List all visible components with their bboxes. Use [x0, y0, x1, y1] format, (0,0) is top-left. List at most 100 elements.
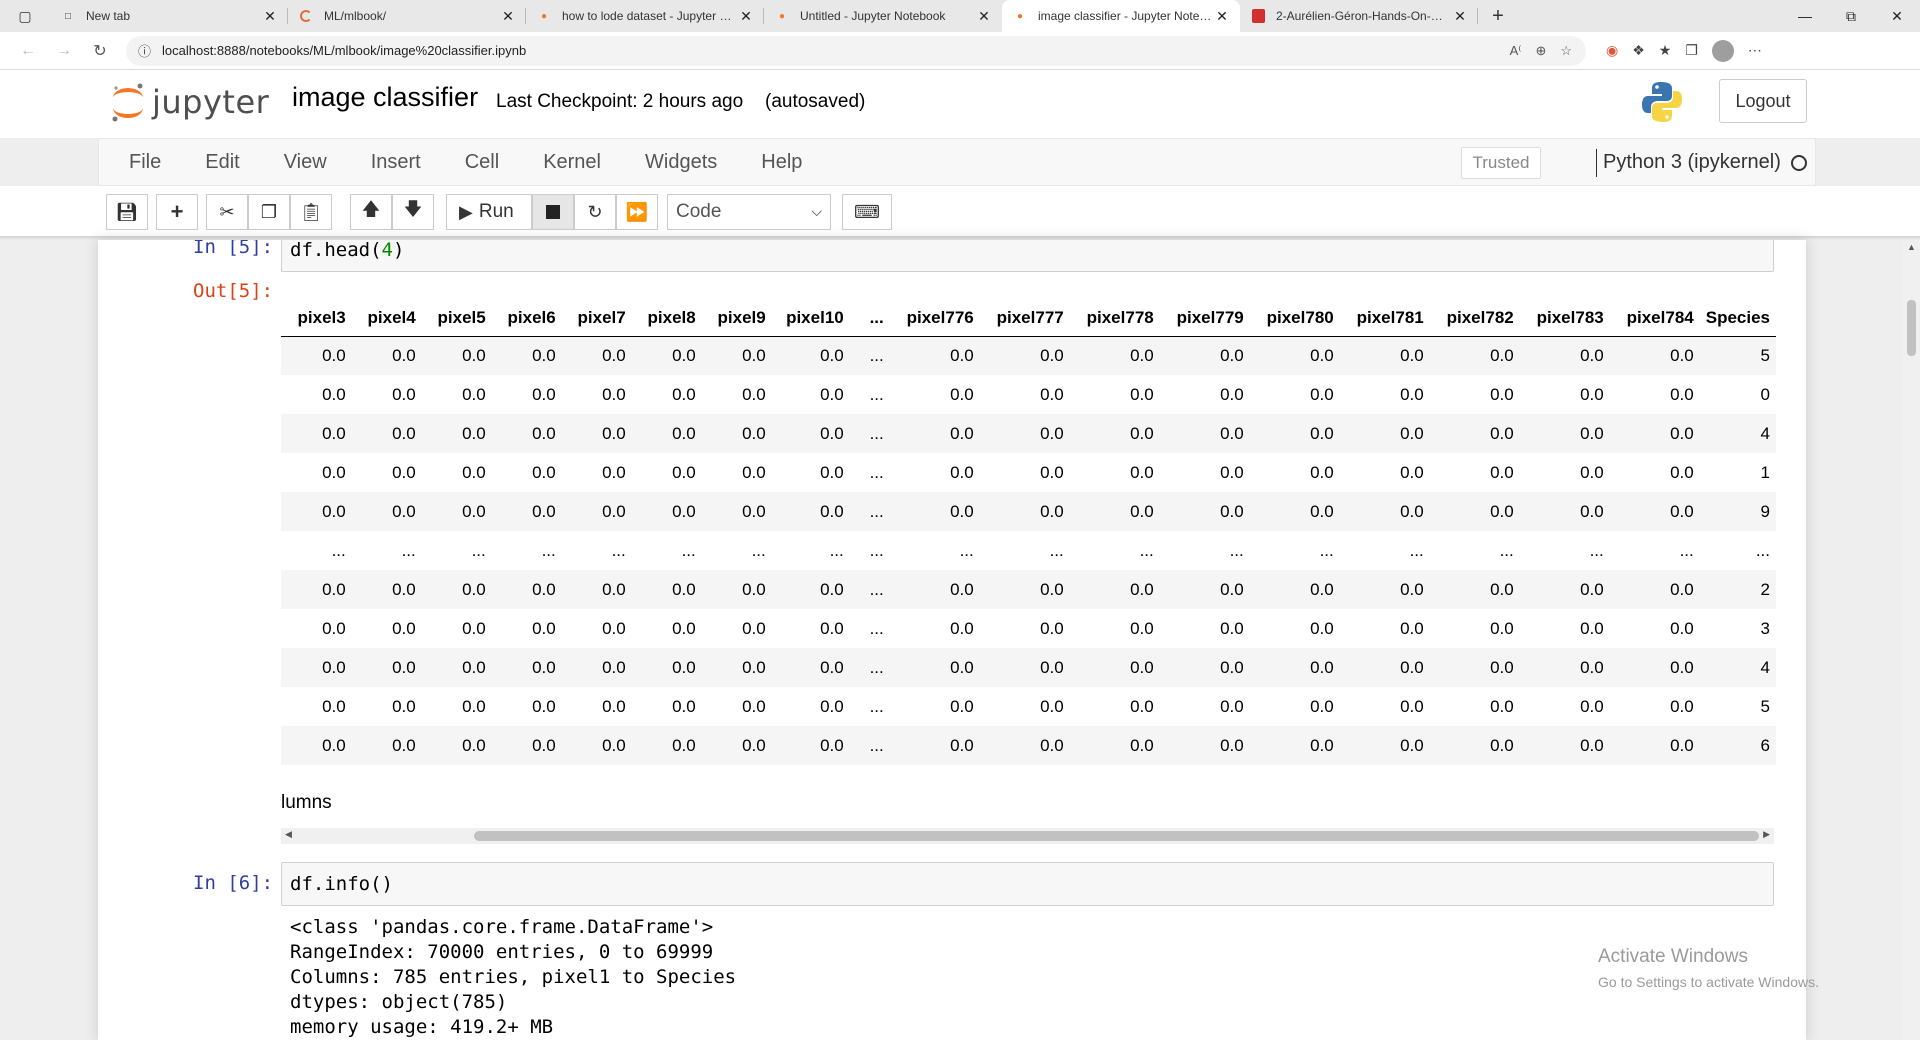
- new-tab-button[interactable]: +: [1478, 0, 1518, 32]
- table-cell: 9: [1760, 501, 1770, 521]
- column-header: pixel783: [1536, 307, 1604, 327]
- stop-icon: [546, 205, 560, 219]
- menu-help[interactable]: Help: [739, 151, 824, 174]
- browser-tab-strip: ▢ □ New tab ✕ ML/mlbook/ ✕ ● how to lode…: [0, 0, 1920, 32]
- tab-new-tab[interactable]: □ New tab ✕: [50, 0, 288, 32]
- menu-insert[interactable]: Insert: [349, 151, 443, 174]
- table-cell: 0.0: [392, 618, 416, 638]
- logout-button[interactable]: Logout: [1719, 79, 1807, 123]
- scroll-up-icon[interactable]: ▲: [1907, 242, 1916, 252]
- close-window-icon[interactable]: ✕: [1874, 0, 1920, 32]
- jupyter-logo[interactable]: jupyter: [110, 80, 269, 124]
- scrollbar-thumb[interactable]: [474, 831, 1759, 841]
- restart-button[interactable]: ↻: [574, 194, 616, 230]
- scroll-right-icon[interactable]: ▶: [1763, 829, 1770, 840]
- menu-view[interactable]: View: [262, 151, 349, 174]
- move-down-button[interactable]: 🡇: [392, 194, 434, 230]
- menu-widgets[interactable]: Widgets: [623, 151, 739, 174]
- cell5-code-input[interactable]: df.head(4): [281, 240, 1774, 272]
- table-cell: 0.0: [1670, 384, 1694, 404]
- table-cell: 1: [1760, 462, 1770, 482]
- kernel-name[interactable]: Python 3 (ipykernel): [1603, 151, 1781, 174]
- table-cell: 5: [1760, 696, 1770, 716]
- profile-avatar[interactable]: [1711, 39, 1734, 62]
- table-cell: 0.0: [672, 462, 696, 482]
- back-icon[interactable]: ←: [10, 35, 46, 67]
- cell6-in-prompt: In [6]:: [193, 872, 274, 894]
- table-cell: 0.0: [950, 384, 974, 404]
- table-cell: ...: [331, 540, 346, 560]
- restart-run-all-button[interactable]: ⏩: [616, 194, 658, 230]
- tab-actions-icon[interactable]: ▢: [0, 0, 50, 32]
- favorites-bar-icon[interactable]: ★: [1659, 42, 1672, 59]
- table-cell: ...: [1589, 540, 1604, 560]
- cell-type-select[interactable]: Code ⌵: [667, 194, 831, 230]
- close-tab-icon[interactable]: ✕: [262, 8, 278, 25]
- interrupt-button[interactable]: [532, 194, 574, 230]
- table-cell: 0.0: [1670, 696, 1694, 716]
- table-cell: 0.0: [820, 384, 844, 404]
- tab-ml-mlbook[interactable]: ML/mlbook/ ✕: [288, 0, 526, 32]
- table-cell: 0.0: [742, 735, 766, 755]
- output-horizontal-scrollbar[interactable]: ◀ ▶: [281, 828, 1774, 844]
- command-palette-button[interactable]: ⌨: [842, 194, 892, 230]
- tab-untitled[interactable]: ● Untitled - Jupyter Notebook ✕: [764, 0, 1002, 32]
- jupyter-icon: ●: [540, 10, 548, 22]
- menu-kernel[interactable]: Kernel: [521, 151, 623, 174]
- save-button[interactable]: 💾︎: [106, 194, 148, 230]
- table-cell: 0.0: [462, 501, 486, 521]
- table-cell: 0.0: [672, 735, 696, 755]
- page-scrollbar-thumb[interactable]: [1907, 300, 1916, 356]
- restore-icon[interactable]: ⧉: [1828, 0, 1874, 32]
- cell5-code-suffix: ): [392, 240, 405, 261]
- notebook-title[interactable]: image classifier: [292, 82, 478, 113]
- scissors-icon: ✂: [219, 201, 235, 222]
- table-cell: ...: [1499, 540, 1514, 560]
- url-field[interactable]: ⓘ localhost:8888/notebooks/ML/mlbook/ima…: [126, 35, 1586, 66]
- minimize-icon[interactable]: —: [1782, 0, 1828, 32]
- read-aloud-icon[interactable]: A⁽: [1510, 43, 1522, 59]
- table-cell: 0.0: [1310, 384, 1334, 404]
- close-tab-icon[interactable]: ✕: [976, 8, 992, 25]
- cut-button[interactable]: ✂: [206, 194, 248, 230]
- table-cell: 0.0: [950, 579, 974, 599]
- move-up-button[interactable]: 🡅: [350, 194, 392, 230]
- favorite-icon[interactable]: ☆: [1560, 43, 1572, 59]
- cell5-in-prompt: In [5]:: [193, 240, 274, 258]
- scroll-left-icon[interactable]: ◀: [285, 829, 292, 840]
- menu-cell[interactable]: Cell: [443, 151, 521, 174]
- paste-button[interactable]: 📋︎: [290, 194, 332, 230]
- collections-icon[interactable]: ❐: [1685, 42, 1698, 59]
- table-cell: 0.0: [532, 423, 556, 443]
- page-vertical-scrollbar[interactable]: ▲: [1903, 240, 1920, 1040]
- forward-icon[interactable]: →: [46, 35, 82, 67]
- cell-type-value: Code: [676, 201, 722, 222]
- run-button[interactable]: ▶ Run: [446, 194, 532, 230]
- table-cell: 0.0: [1040, 735, 1064, 755]
- cell6-code-input[interactable]: df.info(): [281, 862, 1774, 906]
- tab-how-to-lode-dataset[interactable]: ● how to lode dataset - Jupyter Notebook…: [526, 0, 764, 32]
- table-cell: 0.0: [322, 345, 346, 365]
- trusted-indicator[interactable]: Trusted: [1461, 147, 1541, 179]
- tab-image-classifier[interactable]: ● image classifier - Jupyter Notebook ✕: [1002, 0, 1240, 32]
- menu-edit[interactable]: Edit: [183, 151, 261, 174]
- close-tab-icon[interactable]: ✕: [500, 8, 516, 25]
- site-info-icon[interactable]: ⓘ: [138, 41, 162, 60]
- reload-icon[interactable]: ↻: [82, 35, 118, 67]
- insert-cell-button[interactable]: +: [156, 194, 198, 230]
- jupyter-icon: ●: [778, 10, 786, 22]
- table-cell: 0.0: [602, 345, 626, 365]
- copy-button[interactable]: ❐: [248, 194, 290, 230]
- more-icon[interactable]: ⋯: [1748, 42, 1762, 59]
- menu-file[interactable]: File: [99, 151, 183, 174]
- close-tab-icon[interactable]: ✕: [1214, 8, 1230, 25]
- zoom-icon[interactable]: ⊕: [1535, 43, 1546, 59]
- puzzle-icon[interactable]: ❖: [1632, 42, 1645, 59]
- tab-pdf-book[interactable]: 2-Aurélien-Géron-Hands-On-Machine-Learni…: [1240, 0, 1478, 32]
- extension-icon[interactable]: ◉: [1606, 42, 1618, 59]
- close-tab-icon[interactable]: ✕: [1452, 8, 1468, 25]
- table-cell: 6: [1760, 735, 1770, 755]
- table-cell: 0.0: [1580, 462, 1604, 482]
- table-cell: 0.0: [1400, 345, 1424, 365]
- close-tab-icon[interactable]: ✕: [738, 8, 754, 25]
